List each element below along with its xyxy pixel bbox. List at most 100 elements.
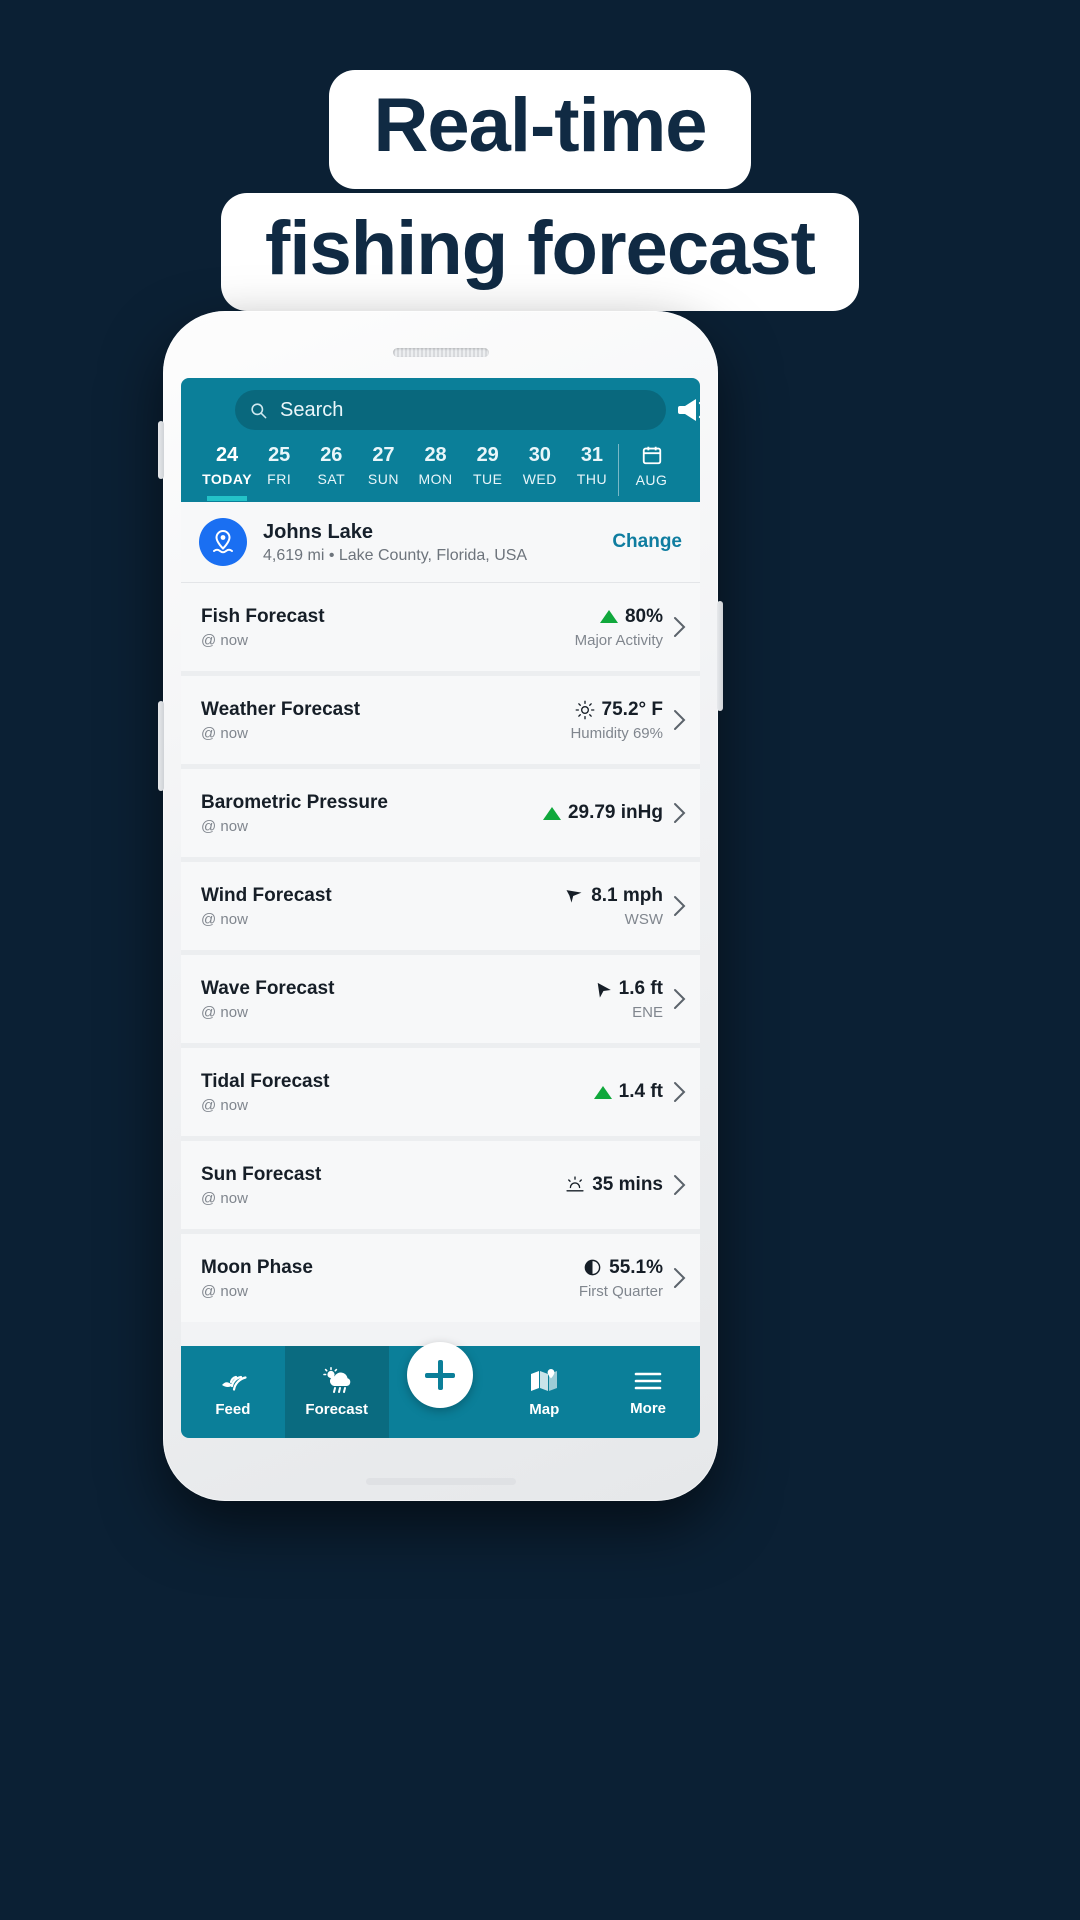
phone-mockup: Search 24 TODAY 25 FRI 26 SAT 27 SUN 28 … [158,311,723,1501]
row-value-group: 1.6 ft ENE [592,978,663,1021]
nav-item-feed[interactable]: Feed [181,1346,285,1438]
fish-sonar-icon [218,1367,248,1395]
row-text: Sun Forecast @ now [201,1163,565,1208]
promo-screenshot: Real-time fishing forecast Search 24 TOD… [0,0,1080,1920]
date-number: 27 [372,444,395,466]
weather-cloud-icon [321,1366,353,1395]
date-cell-28[interactable]: 28 MON [410,444,462,495]
nav-label: Forecast [305,1400,368,1418]
row-value: 1.4 ft [618,1081,663,1102]
date-number: 24 [215,444,239,466]
forecast-row-moon-phase[interactable]: Moon Phase @ now 55.1% First Quarter [181,1234,700,1322]
nav-label: Map [529,1400,560,1418]
sunset-icon [565,1175,585,1195]
row-value-sub: ENE [632,1003,663,1021]
chevron-right-icon [673,895,686,917]
sun-icon [575,700,595,720]
row-value-group: 75.2° F Humidity 69% [570,699,663,742]
date-number: 26 [320,444,343,466]
add-catch-button[interactable] [407,1342,474,1408]
location-name: Johns Lake [263,520,374,543]
phone-speaker [392,348,489,357]
nav-label: Feed [215,1400,251,1418]
calendar-icon [641,444,663,466]
forecast-row-wave[interactable]: Wave Forecast @ now 1.6 ft ENE [181,955,700,1043]
search-placeholder: Search [280,398,344,421]
chevron-right-icon [673,1174,686,1196]
change-location-button[interactable]: Change [612,531,682,553]
row-value-group: 8.1 mph WSW [564,885,663,928]
triangle-up-icon [593,1085,612,1099]
date-label: WED [522,471,557,487]
moon-phase-icon [583,1258,602,1277]
date-cell-29[interactable]: 29 TUE [462,444,514,495]
promo-headline-line-2: fishing forecast [221,192,859,312]
search-input[interactable]: Search [235,390,700,430]
triangle-up-icon [599,610,618,623]
phone-volume-down-button [158,701,164,791]
location-card[interactable]: Johns Lake 4,619 mi • Lake County, Flori… [181,502,700,583]
row-subtitle: @ now [201,1190,248,1208]
forecast-row-tidal[interactable]: Tidal Forecast @ now 1.4 ft [181,1048,700,1136]
row-title: Wind Forecast [201,884,332,906]
nav-item-more[interactable]: More [596,1346,700,1438]
chevron-right-icon [673,1267,686,1289]
date-cell-26[interactable]: 26 SAT [305,444,357,495]
row-value-group: 1.4 ft [593,1081,663,1103]
forecast-row-sun[interactable]: Sun Forecast @ now 35 mins [181,1141,700,1229]
row-text: Barometric Pressure @ now [201,791,543,836]
date-number: 25 [268,444,291,466]
date-label: MON [418,471,453,487]
nav-item-forecast[interactable]: Forecast [284,1346,389,1438]
chevron-right-icon [673,988,686,1010]
date-label: SUN [367,471,399,487]
forecast-row-weather[interactable]: Weather Forecast @ now 75.2° F Humidity … [181,676,700,764]
row-title: Barometric Pressure [201,791,388,813]
row-subtitle: @ now [201,911,248,929]
row-title: Sun Forecast [201,1163,322,1185]
date-label: FRI [267,471,292,487]
date-cell-30[interactable]: 30 WED [514,444,566,495]
row-title: Fish Forecast [201,605,325,627]
row-value-sub: Major Activity [574,631,663,649]
date-number: 30 [528,444,551,466]
wave-arrow-icon [592,979,612,999]
search-icon [249,401,268,420]
forecast-row-barometric-pressure[interactable]: Barometric Pressure @ now 29.79 inHg [181,769,700,857]
row-value-line: 1.4 ft [593,1081,663,1103]
row-text: Wind Forecast @ now [201,884,564,929]
bottom-navigation: Feed Forecast Map More [181,1342,700,1438]
row-value: 80% [624,605,663,627]
nav-center-slot [389,1342,493,1438]
date-label: TODAY [202,471,253,487]
row-value: 8.1 mph [591,884,663,906]
row-value-line: 1.6 ft [592,978,663,1000]
row-value-sub: WSW [624,910,663,928]
date-strip[interactable]: 24 TODAY 25 FRI 26 SAT 27 SUN 28 MON 29 … [201,430,684,501]
month-picker-button[interactable]: AUG [618,444,684,496]
nav-item-map[interactable]: Map [492,1346,596,1438]
forecast-row-wind[interactable]: Wind Forecast @ now 8.1 mph WSW [181,862,700,950]
row-value: 1.6 ft [618,977,663,999]
date-label: TUE [472,471,503,487]
chevron-right-icon [673,709,686,731]
megaphone-icon[interactable] [676,396,700,424]
row-text: Wave Forecast @ now [201,977,592,1022]
row-value: 75.2° F [601,698,663,720]
date-cell-31[interactable]: 31 THU [566,444,618,495]
date-cell-27[interactable]: 27 SUN [357,444,409,495]
row-value-group: 29.79 inHg [542,802,663,824]
chevron-right-icon [673,802,686,824]
nav-label: More [630,1399,666,1417]
date-cell-25[interactable]: 25 FRI [253,444,305,495]
hamburger-icon [633,1368,663,1394]
row-subtitle: @ now [201,1004,248,1022]
row-title: Moon Phase [201,1256,313,1278]
row-subtitle: @ now [201,818,248,836]
row-value-line: 8.1 mph [564,885,663,907]
row-subtitle: @ now [201,725,248,743]
forecast-row-fish[interactable]: Fish Forecast @ now 80% Major Activity [181,583,700,671]
row-subtitle: @ now [201,632,248,650]
date-cell-24[interactable]: 24 TODAY [201,444,253,501]
phone-home-indicator [365,1478,516,1485]
